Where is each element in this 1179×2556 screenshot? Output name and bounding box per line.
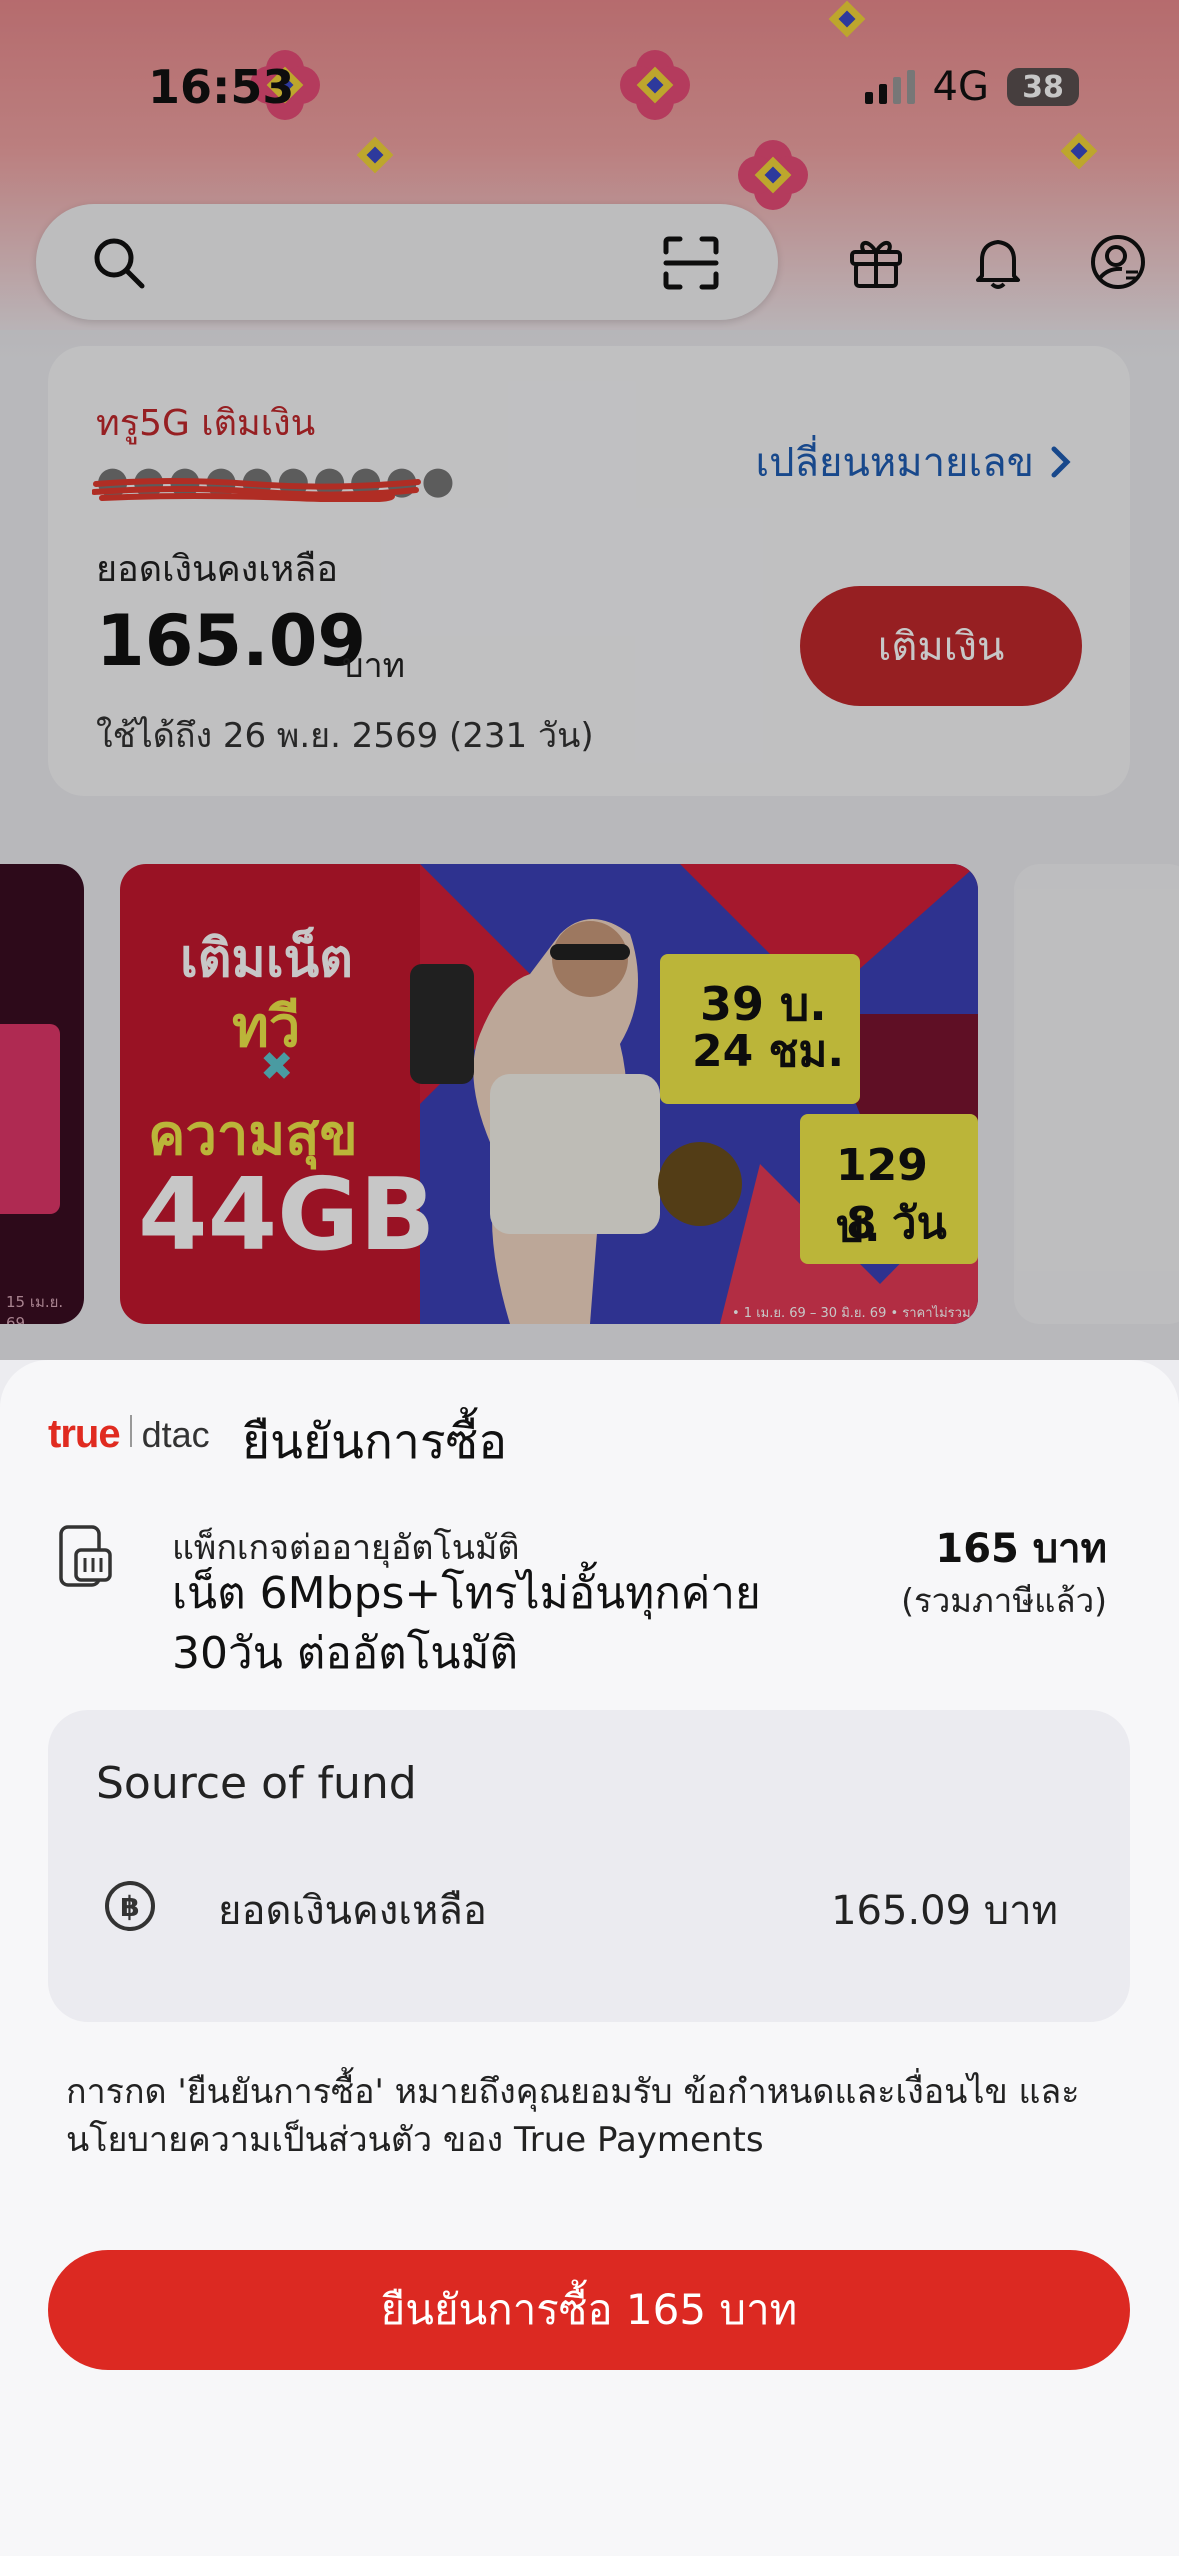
confirm-purchase-button[interactable]: ยืนยันการซื้อ 165 บาท — [48, 2250, 1130, 2370]
baht-coin-icon: ฿ — [105, 1881, 155, 1931]
modal-backdrop[interactable] — [0, 0, 1179, 1360]
package-price-note: (รวมภาษีแล้ว) — [901, 1581, 1107, 1620]
svg-text:฿: ฿ — [120, 1890, 139, 1923]
true-dtac-logo: true dtac — [48, 1412, 210, 1457]
brand-dtac-text: dtac — [141, 1414, 210, 1455]
app-screen: 16:53 4G 38 ทรู5G เติมเงิน ●●●●●●●●●● เป… — [0, 0, 1179, 2556]
terms-text: การกด 'ยืนยันการซื้อ' หมายถึงคุณยอมรับ ข… — [66, 2072, 1080, 2160]
source-of-fund-box: Source of fund ฿ ยอดเงินคงเหลือ 165.09 บ… — [48, 1710, 1130, 2022]
fund-title: Source of fund — [96, 1758, 417, 1809]
sheet-title: ยืนยันการซื้อ — [242, 1414, 508, 1470]
fund-label: ยอดเงินคงเหลือ — [218, 1888, 487, 1934]
brand-true-text: true — [48, 1412, 121, 1456]
package-name: เน็ต 6Mbps+โทรไม่อั้นทุกค่าย 30วัน ต่ออั… — [172, 1568, 761, 1679]
purchase-confirm-sheet: true dtac ยืนยันการซื้อ แพ็กเกจต่ออายุอั… — [0, 1360, 1179, 2556]
sim-card-icon — [59, 1525, 112, 1587]
package-price: 165 บาท — [935, 1526, 1107, 1572]
fund-value: 165.09 บาท — [831, 1888, 1058, 1934]
